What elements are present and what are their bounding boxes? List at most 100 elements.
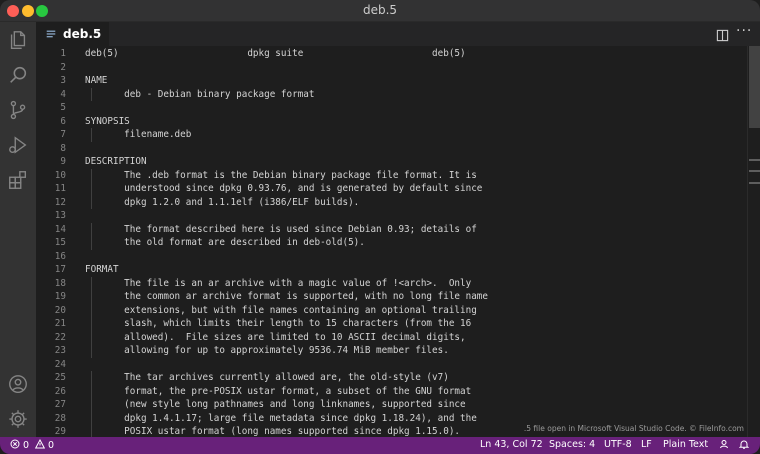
line-number: 7 [60, 129, 66, 140]
line-text: dpkg 1.2.0 and 1.1.1elf (i386/ELF builds… [85, 196, 360, 208]
line-text: format, the pre-POSIX ustar format, a su… [85, 385, 472, 397]
tab-deb5[interactable]: deb.5 [36, 22, 109, 46]
indentation[interactable]: Spaces: 4 [549, 439, 595, 450]
indent-guide [91, 87, 92, 101]
indent-guide [91, 371, 92, 385]
line-number: 29 [54, 426, 66, 437]
code-line: 17 FORMAT [36, 263, 716, 277]
editor-area[interactable]: 1 deb(5) dpkg suite deb(5) 2 3 NAME 4 deb - D… [36, 46, 760, 437]
line-text: POSIX ustar format (long names supported… [85, 426, 461, 437]
code-line: 3 NAME [36, 74, 716, 88]
vscode-window: deb.5 deb.5 ··· 1 deb(5) dpkg suite deb(… [0, 0, 760, 454]
indent-guide [91, 276, 92, 290]
line-number: 22 [54, 331, 66, 343]
line-number: 6 [60, 115, 66, 127]
warning-count: 0 [48, 440, 55, 451]
problems-indicator[interactable]: 0 0 [10, 438, 55, 452]
end-of-line[interactable]: LF [641, 439, 652, 450]
line-text: dpkg 1.4.1.17; large file metadata since… [85, 412, 477, 424]
bell-icon[interactable] [739, 439, 749, 449]
tab-label: deb.5 [63, 27, 102, 41]
search-icon[interactable] [5, 62, 31, 88]
feedback-icon[interactable] [719, 439, 729, 449]
line-text: FORMAT [85, 264, 119, 275]
line-number: 17 [54, 264, 66, 275]
encoding[interactable]: UTF-8 [604, 439, 632, 450]
indent-guide [91, 236, 92, 250]
code-line: 15 the old format are described in deb-o… [36, 236, 716, 250]
indent-guide [91, 344, 92, 358]
line-text: allowing for up to approximately 9536.74… [85, 345, 449, 356]
files-icon[interactable] [5, 27, 31, 53]
run-debug-icon[interactable] [5, 132, 31, 158]
line-text: DESCRIPTION [85, 156, 147, 167]
more-actions-icon[interactable]: ··· [736, 23, 752, 39]
line-number: 1 [60, 48, 66, 59]
line-text: the common ar archive format is supporte… [85, 291, 488, 302]
line-text: The tar archives currently allowed are, … [85, 372, 449, 383]
line-number: 13 [54, 210, 66, 221]
code-line: 5 [36, 101, 716, 115]
code-line: 2 [36, 61, 716, 75]
line-number: 25 [54, 372, 66, 383]
code-line: 28 dpkg 1.4.1.17; large file metadata si… [36, 412, 716, 426]
indent-guide [91, 222, 92, 236]
line-text: deb - Debian binary package format [85, 88, 315, 100]
line-number: 10 [54, 169, 66, 181]
source-control-icon[interactable] [5, 97, 31, 123]
line-text: the old format are described in deb-old(… [85, 237, 365, 248]
code-line: 21 slash, which limits their length to 1… [36, 317, 716, 331]
line-number: 14 [54, 223, 66, 235]
split-editor-icon[interactable] [716, 27, 730, 42]
code-line: 18 The file is an ar archive with a magi… [36, 277, 716, 291]
code-line: 12 dpkg 1.2.0 and 1.1.1elf (i386/ELF bui… [36, 196, 716, 210]
line-number: 15 [54, 237, 66, 248]
settings-gear-icon[interactable] [5, 406, 31, 432]
code-line: 10 The .deb format is the Debian binary … [36, 169, 716, 183]
extensions-icon[interactable] [5, 167, 31, 193]
code-line: 6 SYNOPSIS [36, 115, 716, 129]
indent-guide [91, 182, 92, 196]
line-number: 18 [54, 277, 66, 289]
line-text: (new style long pathnames and long linkn… [85, 399, 466, 410]
scrollbar-thumb[interactable] [749, 46, 760, 128]
code-line: 13 [36, 209, 716, 223]
line-text: The format described here is used since … [85, 223, 477, 235]
line-text: filename.deb [85, 129, 192, 140]
indent-guide [91, 398, 92, 412]
indent-guide [91, 330, 92, 344]
line-number: 24 [54, 358, 66, 370]
indent-guide [91, 425, 92, 437]
code-line: 27 (new style long pathnames and long li… [36, 398, 716, 412]
line-number: 28 [54, 412, 66, 424]
vertical-scrollbar[interactable] [747, 46, 760, 437]
line-text: NAME [85, 75, 108, 86]
code-line: 1 deb(5) dpkg suite deb(5) [36, 47, 716, 61]
account-icon[interactable] [5, 371, 31, 397]
code-line: 20 extensions, but with file names conta… [36, 304, 716, 318]
code-line: 14 The format described here is used sin… [36, 223, 716, 237]
cursor-position[interactable]: Ln 43, Col 72 [480, 439, 543, 450]
line-number: 9 [60, 156, 66, 167]
line-text: The file is an ar archive with a magic v… [85, 277, 472, 289]
indent-guide [91, 168, 92, 182]
code-line: 25 The tar archives currently allowed ar… [36, 371, 716, 385]
line-text: extensions, but with file names containi… [85, 304, 477, 316]
line-number: 4 [60, 88, 66, 100]
scrollbar-marker [749, 159, 760, 161]
line-number: 27 [54, 399, 66, 410]
title-bar: deb.5 [0, 0, 760, 22]
error-icon [10, 439, 20, 452]
code-line: 16 [36, 250, 716, 264]
line-number: 21 [54, 318, 66, 329]
line-number: 5 [60, 102, 66, 113]
line-number: 16 [54, 250, 66, 262]
code-line: 22 allowed). File sizes are limited to 1… [36, 331, 716, 345]
line-text: SYNOPSIS [85, 115, 130, 127]
indent-guide [91, 195, 92, 209]
line-number: 19 [54, 291, 66, 302]
language-mode[interactable]: Plain Text [663, 439, 708, 450]
indent-guide [91, 317, 92, 331]
scrollbar-marker [749, 182, 760, 184]
indent-guide [91, 290, 92, 304]
